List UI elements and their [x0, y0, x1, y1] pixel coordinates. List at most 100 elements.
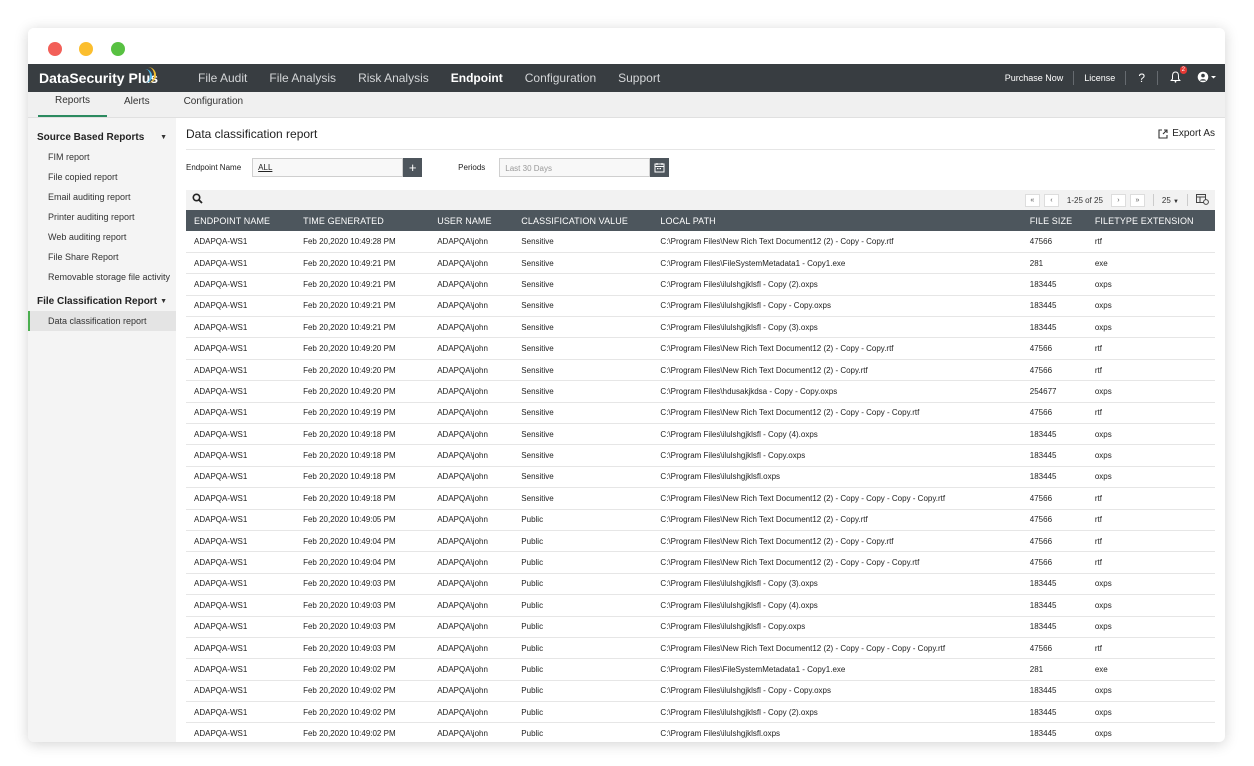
filetype-extension-cell: rtf [1086, 231, 1215, 253]
tab-configuration[interactable]: Configuration [167, 92, 260, 117]
sidebar-item-data-classification-report[interactable]: Data classification report [28, 311, 176, 331]
column-header-time-generated[interactable]: TIME GENERATED [295, 210, 430, 231]
sidebar-section-file-classification[interactable]: File Classification Report ▼ [28, 292, 176, 311]
column-header-local-path[interactable]: LOCAL PATH [652, 210, 1022, 231]
sidebar-item-web-auditing-report[interactable]: Web auditing report [28, 227, 176, 247]
file-size-cell: 281 [1021, 658, 1087, 681]
table-row[interactable]: ADAPQA-WS1 Feb 20,2020 10:49:18 PM ADAPQA\… [186, 444, 1215, 467]
last-page-button[interactable]: » [1129, 193, 1145, 207]
prev-page-button[interactable]: ‹ [1043, 193, 1059, 207]
table-row[interactable]: ADAPQA-WS1 Feb 20,2020 10:49:02 PM ADAPQA\… [186, 722, 1215, 742]
sidebar-item-file-share-report[interactable]: File Share Report [28, 247, 176, 267]
table-row[interactable]: ADAPQA-WS1 Feb 20,2020 10:49:02 PM ADAPQA\… [186, 680, 1215, 703]
table-row[interactable]: ADAPQA-WS1 Feb 20,2020 10:49:21 PM ADAPQA\… [186, 252, 1215, 275]
nav-file-analysis[interactable]: File Analysis [258, 64, 347, 92]
calendar-button[interactable] [650, 157, 670, 177]
user-menu-icon[interactable] [1189, 71, 1225, 86]
nav-configuration[interactable]: Configuration [514, 64, 607, 92]
purchase-now-link[interactable]: Purchase Now [999, 73, 1070, 83]
sidebar-item-file-copied-report[interactable]: File copied report [28, 167, 176, 187]
close-window-button[interactable] [48, 42, 62, 56]
column-settings-icon[interactable] [1196, 193, 1209, 207]
endpoint-name-cell: ADAPQA-WS1 [186, 637, 296, 660]
column-header-endpoint-name[interactable]: ENDPOINT NAME [186, 210, 296, 231]
sidebar-item-removable-storage-file-activity[interactable]: Removable storage file activity [28, 267, 176, 287]
local-path-cell: C:\Program Files\ilulshgjklsfl.oxps [652, 722, 1022, 742]
local-path-cell: C:\Program Files\New Rich Text Document1… [652, 530, 1022, 553]
column-header-user-name[interactable]: USER NAME [429, 210, 514, 231]
table-row[interactable]: ADAPQA-WS1 Feb 20,2020 10:49:18 PM ADAPQA\… [186, 423, 1215, 446]
table-row[interactable]: ADAPQA-WS1 Feb 20,2020 10:49:02 PM ADAPQA\… [186, 658, 1215, 681]
sidebar-item-printer-auditing-report[interactable]: Printer auditing report [28, 207, 176, 227]
endpoint-name-field[interactable]: ALL [252, 157, 404, 177]
next-page-button[interactable]: › [1110, 193, 1126, 207]
user-name-cell: ADAPQA\john [429, 444, 514, 467]
endpoint-name-cell: ADAPQA-WS1 [186, 252, 296, 275]
main-nav: File Audit File Analysis Risk Analysis Endp… [187, 64, 671, 92]
local-path-cell: C:\Program Files\New Rich Text Document1… [652, 487, 1022, 510]
classification-value-cell: Sensitive [513, 295, 653, 318]
page-title: Data classification report [186, 126, 318, 141]
table-row[interactable]: ADAPQA-WS1 Feb 20,2020 10:49:03 PM ADAPQA\… [186, 573, 1215, 596]
export-as-button[interactable]: Export As [1158, 128, 1215, 139]
sidebar-item-email-auditing-report[interactable]: Email auditing report [28, 187, 176, 207]
user-name-cell: ADAPQA\john [429, 701, 514, 724]
table-row[interactable]: ADAPQA-WS1 Feb 20,2020 10:49:03 PM ADAPQA\… [186, 594, 1215, 617]
sidebar-item-fim-report[interactable]: FIM report [28, 147, 176, 167]
user-name-cell: ADAPQA\john [429, 509, 514, 531]
table-row[interactable]: ADAPQA-WS1 Feb 20,2020 10:49:20 PM ADAPQA\… [186, 359, 1215, 382]
table-row[interactable]: ADAPQA-WS1 Feb 20,2020 10:49:19 PM ADAPQA\… [186, 402, 1215, 425]
nav-file-audit[interactable]: File Audit [187, 64, 258, 92]
help-icon[interactable]: ? [1130, 71, 1153, 85]
first-page-button[interactable]: « [1024, 193, 1040, 207]
table-row[interactable]: ADAPQA-WS1 Feb 20,2020 10:49:21 PM ADAPQA\… [186, 316, 1215, 339]
caret-down-icon: ▼ [1173, 198, 1179, 205]
nav-endpoint[interactable]: Endpoint [440, 64, 514, 92]
time-generated-cell: Feb 20,2020 10:49:02 PM [295, 701, 430, 724]
search-icon[interactable] [192, 193, 203, 207]
endpoint-name-cell: ADAPQA-WS1 [186, 701, 296, 724]
minimize-window-button[interactable] [79, 42, 93, 56]
time-generated-cell: Feb 20,2020 10:49:21 PM [295, 252, 430, 275]
table-row[interactable]: ADAPQA-WS1 Feb 20,2020 10:49:04 PM ADAPQA\… [186, 551, 1215, 574]
table-row[interactable]: ADAPQA-WS1 Feb 20,2020 10:49:05 PM ADAPQA\… [186, 509, 1215, 531]
user-name-cell: ADAPQA\john [429, 273, 514, 296]
endpoint-name-cell: ADAPQA-WS1 [186, 359, 296, 382]
sidebar-section-source-based[interactable]: Source Based Reports ▼ [28, 128, 176, 147]
nav-support[interactable]: Support [607, 64, 671, 92]
tab-alerts[interactable]: Alerts [107, 92, 167, 117]
local-path-cell: C:\Program Files\New Rich Text Document1… [652, 359, 1022, 382]
table-row[interactable]: ADAPQA-WS1 Feb 20,2020 10:49:20 PM ADAPQA\… [186, 337, 1215, 360]
table-row[interactable]: ADAPQA-WS1 Feb 20,2020 10:49:20 PM ADAPQA\… [186, 380, 1215, 403]
nav-risk-analysis[interactable]: Risk Analysis [347, 64, 440, 92]
sub-nav: Reports Alerts Configuration [28, 92, 1225, 118]
classification-value-cell: Public [513, 551, 653, 574]
table-row[interactable]: ADAPQA-WS1 Feb 20,2020 10:49:03 PM ADAPQA\… [186, 616, 1215, 638]
local-path-cell: C:\Program Files\ilulshgjklsfl - Copy.ox… [652, 444, 1022, 467]
table-row[interactable]: ADAPQA-WS1 Feb 20,2020 10:49:28 PM ADAPQA\… [186, 231, 1215, 253]
table-row[interactable]: ADAPQA-WS1 Feb 20,2020 10:49:03 PM ADAPQA\… [186, 637, 1215, 660]
column-header-filetype-extension[interactable]: FILETYPE EXTENSION [1086, 210, 1215, 231]
license-link[interactable]: License [1078, 73, 1121, 83]
column-header-file-size[interactable]: FILE SIZE [1021, 210, 1087, 231]
column-header-classification-value[interactable]: CLASSIFICATION VALUE [513, 210, 653, 231]
table-row[interactable]: ADAPQA-WS1 Feb 20,2020 10:49:02 PM ADAPQA\… [186, 701, 1215, 724]
brand-logo[interactable]: DataSecurity Plus [28, 64, 178, 92]
user-name-cell: ADAPQA\john [429, 658, 514, 681]
user-name-cell: ADAPQA\john [429, 551, 514, 574]
file-size-cell: 47566 [1021, 530, 1087, 553]
periods-field[interactable]: Last 30 Days [499, 157, 651, 177]
add-endpoint-button[interactable]: + [403, 157, 423, 177]
filetype-extension-cell: exe [1086, 252, 1215, 275]
maximize-window-button[interactable] [111, 42, 125, 56]
table-row[interactable]: ADAPQA-WS1 Feb 20,2020 10:49:04 PM ADAPQA\… [186, 530, 1215, 553]
endpoint-name-cell: ADAPQA-WS1 [186, 680, 296, 703]
tab-reports[interactable]: Reports [38, 92, 108, 117]
table-row[interactable]: ADAPQA-WS1 Feb 20,2020 10:49:18 PM ADAPQA\… [186, 487, 1215, 510]
notification-bell-icon[interactable]: 2 [1162, 65, 1189, 86]
page-size-select[interactable]: 25 ▼ [1162, 196, 1179, 205]
table-row[interactable]: ADAPQA-WS1 Feb 20,2020 10:49:21 PM ADAPQA\… [186, 273, 1215, 296]
table-row[interactable]: ADAPQA-WS1 Feb 20,2020 10:49:18 PM ADAPQA\… [186, 466, 1215, 489]
table-row[interactable]: ADAPQA-WS1 Feb 20,2020 10:49:21 PM ADAPQA\… [186, 295, 1215, 318]
page-size-value: 25 [1161, 195, 1171, 205]
